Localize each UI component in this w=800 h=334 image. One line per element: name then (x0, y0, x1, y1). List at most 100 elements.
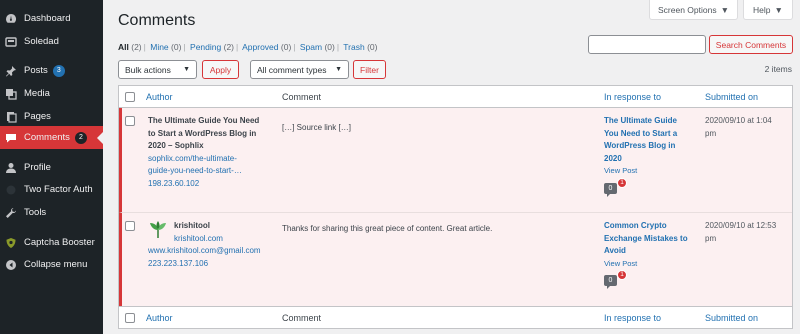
filter-approved[interactable]: Approved (0) (242, 42, 291, 52)
wrench-icon (5, 207, 17, 219)
help-label: Help (753, 4, 771, 15)
comment-type-value: All comment types (257, 64, 327, 75)
sidebar-item-label: Soledad (24, 36, 59, 47)
sidebar-item-label: Posts (24, 65, 48, 76)
search-comments-button[interactable]: Search Comments (709, 35, 793, 54)
author-name: krishitool (174, 221, 211, 230)
sidebar-item-label: Two Factor Auth (24, 184, 93, 195)
comments-table: Author Comment In response to Submitted … (118, 85, 793, 329)
author-email-link[interactable]: www.krishitool.com@gmail.com (148, 245, 283, 258)
author-cell: The Ultimate Guide You Need to Start a W… (148, 115, 278, 190)
row-checkbox[interactable] (125, 116, 135, 126)
table-header: Author Comment In response to Submitted … (119, 86, 792, 108)
submitted-date-link[interactable]: 2020/09/10 at 12:53 pm (705, 220, 790, 245)
sidebar-item-label: Media (24, 88, 50, 99)
submitted-on-column-header[interactable]: Submitted on (705, 92, 758, 102)
bulk-actions-select[interactable]: Bulk actions ▼ (118, 60, 197, 79)
sidebar-item-comments[interactable]: Comments 2 (0, 126, 103, 149)
soledad-icon (5, 36, 17, 48)
pages-icon (5, 111, 17, 123)
active-menu-arrow (97, 132, 103, 144)
collapse-icon (5, 259, 17, 271)
author-url-link[interactable]: krishitool.com (148, 233, 283, 246)
comment-text: […] Source link […] (282, 123, 351, 132)
chevron-down-icon: ▼ (335, 66, 342, 73)
bulk-actions-value: Bulk actions (125, 64, 171, 75)
comment-status-filters: All (2) | Mine (0) | Pending (2) | Approved… (118, 42, 378, 52)
response-cell: The Ultimate Guide You Need to Start a W… (604, 115, 699, 178)
sidebar-item-label: Captcha Booster (24, 237, 95, 248)
approved-comments-bubble[interactable]: 0 (604, 183, 617, 197)
comment-icon (5, 132, 17, 144)
pending-comments-badge[interactable]: 1 (617, 270, 627, 280)
response-post-link[interactable]: Common Crypto Exchange Mistakes to Avoid (604, 220, 699, 258)
view-post-link[interactable]: View Post (604, 165, 699, 178)
sidebar-item-captcha-booster[interactable]: Captcha Booster (0, 231, 103, 254)
caret-down-icon: ▼ (774, 4, 783, 15)
author-name: The Ultimate Guide You Need to Start a W… (148, 116, 260, 150)
author-ip-link[interactable]: 198.23.60.102 (148, 178, 278, 191)
filter-trash[interactable]: Trash (0) (343, 42, 377, 52)
filter-all[interactable]: All (2) (118, 42, 142, 52)
author-url-link[interactable]: sophlix.com/the-ultimate- guide-you-need… (148, 153, 278, 178)
author-cell: krishitool krishitool.com www.krishitool… (148, 220, 283, 270)
sidebar-item-label: Dashboard (24, 13, 71, 24)
in-response-to-column-header[interactable]: In response to (604, 92, 661, 102)
author-column-footer[interactable]: Author (146, 313, 173, 323)
screen-options-button[interactable]: Screen Options ▼ (649, 0, 738, 20)
sidebar-item-tools[interactable]: Tools (0, 201, 103, 224)
select-all-checkbox[interactable] (125, 92, 135, 102)
filter-spam[interactable]: Spam (0) (300, 42, 335, 52)
comment-column-footer: Comment (282, 313, 322, 323)
dashboard-icon (5, 13, 17, 25)
caret-down-icon: ▼ (720, 4, 729, 15)
filter-mine[interactable]: Mine (0) (150, 42, 181, 52)
items-count: 2 items (764, 64, 792, 74)
sidebar-item-label: Comments (24, 132, 70, 143)
row-checkbox[interactable] (125, 221, 135, 231)
apply-button[interactable]: Apply (202, 60, 239, 79)
help-button[interactable]: Help ▼ (743, 0, 793, 20)
admin-sidebar: Dashboard Soledad Posts 3 Media Pages Co… (0, 0, 103, 334)
table-footer: Author Comment In response to Submitted … (119, 306, 792, 328)
chevron-down-icon: ▼ (183, 66, 190, 73)
sidebar-item-label: Collapse menu (24, 259, 88, 270)
sidebar-item-soledad[interactable]: Soledad (0, 30, 103, 53)
pending-comments-badge[interactable]: 1 (617, 178, 627, 188)
filter-pending[interactable]: Pending (2) (190, 42, 234, 52)
author-ip-link[interactable]: 223.223.137.106 (148, 258, 283, 271)
sidebar-item-media[interactable]: Media (0, 82, 103, 105)
approved-comments-bubble[interactable]: 0 (604, 275, 617, 289)
page-title: Comments (118, 12, 196, 29)
select-all-checkbox-footer[interactable] (125, 313, 135, 323)
sidebar-item-profile[interactable]: Profile (0, 156, 103, 179)
pin-icon (5, 65, 17, 77)
sidebar-item-dashboard[interactable]: Dashboard (0, 7, 103, 30)
screen-options-label: Screen Options (657, 4, 717, 15)
table-row: The Ultimate Guide You Need to Start a W… (119, 108, 792, 213)
posts-count-badge: 3 (52, 64, 65, 77)
submitted-on-column-footer[interactable]: Submitted on (705, 313, 758, 323)
in-response-to-column-footer[interactable]: In response to (604, 313, 661, 323)
two-factor-icon (5, 184, 17, 196)
submitted-date-link[interactable]: 2020/09/10 at 1:04 pm (705, 115, 790, 140)
user-icon (5, 162, 17, 174)
sidebar-item-posts[interactable]: Posts 3 (0, 59, 103, 82)
sidebar-item-label: Profile (24, 162, 51, 173)
sidebar-item-label: Pages (24, 111, 51, 122)
response-cell: Common Crypto Exchange Mistakes to Avoid… (604, 220, 699, 270)
media-icon (5, 88, 17, 100)
sidebar-item-pages[interactable]: Pages (0, 105, 103, 128)
author-column-header[interactable]: Author (146, 92, 173, 102)
table-row: krishitool krishitool.com www.krishitool… (119, 213, 792, 308)
comments-count-badge: 2 (74, 131, 87, 144)
search-input[interactable] (588, 35, 706, 54)
filter-button[interactable]: Filter (353, 60, 386, 79)
sidebar-item-two-factor-auth[interactable]: Two Factor Auth (0, 178, 103, 201)
collapse-menu-button[interactable]: Collapse menu (0, 253, 103, 276)
view-post-link[interactable]: View Post (604, 258, 699, 271)
sidebar-item-label: Tools (24, 207, 47, 218)
comment-text: Thanks for sharing this great piece of c… (282, 224, 493, 233)
response-post-link[interactable]: The Ultimate Guide You Need to Start a W… (604, 115, 699, 165)
comment-type-select[interactable]: All comment types ▼ (250, 60, 349, 79)
